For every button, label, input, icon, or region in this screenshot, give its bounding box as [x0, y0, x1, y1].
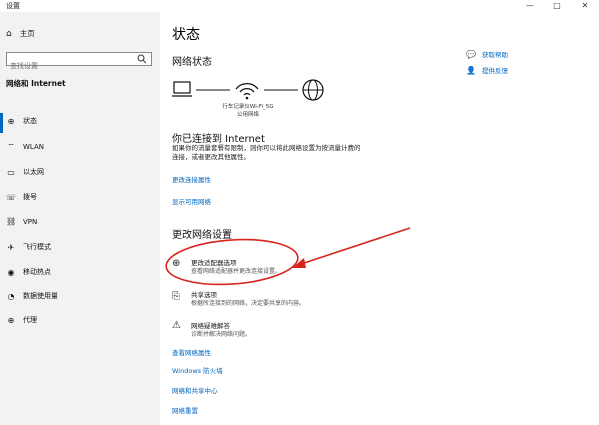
connected-heading: 你已连接到 Internet: [172, 134, 265, 145]
maximize-button[interactable]: □: [545, 0, 569, 12]
feedback-link[interactable]: 👤 提供反馈: [466, 65, 508, 76]
sharing-options-desc: 根据所连接到的网络，决定要共享的内容。: [191, 300, 306, 307]
sidebar-item-label: WLAN: [23, 143, 45, 151]
globe-icon: ⊕: [7, 116, 15, 126]
change-settings-heading: 更改网络设置: [172, 230, 232, 241]
sharing-icon: ⎘: [172, 291, 180, 302]
sidebar-item-status[interactable]: ⊕ 状态: [6, 116, 37, 126]
page-title: 状态: [172, 27, 200, 43]
home-label: 主页: [19, 29, 35, 38]
home-icon: ⌂: [6, 28, 12, 39]
minimize-button[interactable]: —: [518, 0, 542, 12]
ethernet-icon: ▭: [7, 167, 15, 177]
windows-firewall-link[interactable]: Windows 防火墙: [172, 365, 223, 375]
show-available-networks-link[interactable]: 显示可用网络: [172, 196, 211, 206]
airplane-icon: ✈: [7, 242, 15, 252]
change-connection-properties-link[interactable]: 更改连接属性: [172, 174, 211, 184]
dialup-icon: ☏: [6, 192, 17, 202]
sidebar-item-label: 飞行模式: [23, 243, 51, 251]
title-bar: 设置 — □ ✕: [0, 0, 599, 12]
get-help-link[interactable]: 💬 获取帮助: [466, 49, 508, 60]
search-icon[interactable]: [137, 54, 147, 64]
wifi-icon: ⌔: [7, 142, 15, 151]
feedback-label: 提供反馈: [481, 67, 508, 75]
sidebar-section-title: 网络和 Internet: [6, 79, 66, 88]
sidebar-item-label: 移动热点: [23, 268, 51, 276]
sidebar-item-label: 状态: [23, 117, 37, 125]
sidebar-item-hotspot[interactable]: ◉ 移动热点: [6, 267, 52, 277]
adapter-icon: ⊕: [172, 258, 181, 269]
sidebar-item-label: 代理: [23, 316, 37, 324]
sidebar-item-wlan[interactable]: ⌔ WLAN: [6, 142, 44, 152]
network-sharing-center-link[interactable]: 网络和共享中心: [172, 385, 218, 395]
internet-globe-icon: [302, 79, 324, 101]
sidebar: ⌂ 主页 网络和 Internet ⊕ 状态 ⌔ WLAN ▭ 以太网 ☏ 拨号…: [0, 12, 160, 425]
wifi-signal-icon: [235, 83, 259, 100]
warning-icon: ⚠: [172, 320, 181, 331]
sidebar-item-label: 数据使用量: [23, 292, 58, 300]
proxy-icon: ⊕: [7, 315, 15, 325]
get-help-label: 获取帮助: [481, 51, 508, 59]
hotspot-icon: ◉: [7, 267, 15, 277]
network-status-heading: 网络状态: [172, 57, 212, 68]
sidebar-item-label: 以太网: [23, 168, 44, 176]
sidebar-item-label: VPN: [23, 217, 38, 226]
sidebar-item-ethernet[interactable]: ▭ 以太网: [6, 167, 44, 177]
network-reset-link[interactable]: 网络重置: [172, 405, 198, 415]
main-content: 状态 网络状态 行车记录仪Wi-Fi_5G 公用网络 你已连接到 Interne…: [160, 12, 599, 425]
search-box[interactable]: [6, 52, 152, 72]
network-type: 公用网络: [236, 112, 259, 118]
window-title: 设置: [6, 2, 20, 10]
sidebar-item-dialup[interactable]: ☏ 拨号: [6, 192, 37, 202]
network-name: 行车记录仪Wi-Fi_5G: [222, 104, 274, 110]
connected-desc-2: 连接，或者更改其他属性。: [172, 153, 250, 161]
selection-indicator: [0, 113, 3, 133]
sidebar-item-proxy[interactable]: ⊕ 代理: [6, 315, 37, 325]
adapter-options-desc: 查看网络适配器并更改连接设置。: [191, 268, 282, 275]
view-network-properties-link[interactable]: 查看网络属性: [172, 347, 211, 357]
vpn-icon: ⛓: [6, 217, 17, 226]
sidebar-item-airplane[interactable]: ✈ 飞行模式: [6, 242, 51, 252]
feedback-person-icon: 👤: [466, 65, 476, 75]
connected-desc-1: 如果你的流量套餐有限制，则你可以将此网络设置为按流量计费的: [172, 144, 361, 152]
data-usage-icon: ◔: [7, 291, 15, 301]
sidebar-item-data-usage[interactable]: ◔ 数据使用量: [6, 291, 59, 301]
troubleshoot-desc: 诊断并解决网络问题。: [191, 331, 252, 338]
help-chat-icon: 💬: [466, 49, 476, 59]
sidebar-item-vpn[interactable]: ⛓ VPN: [6, 217, 37, 226]
search-input[interactable]: [7, 60, 130, 72]
sidebar-home[interactable]: ⌂ 主页: [6, 28, 35, 39]
sidebar-item-label: 拨号: [23, 193, 37, 201]
computer-icon: [172, 81, 192, 97]
close-button[interactable]: ✕: [573, 0, 597, 12]
